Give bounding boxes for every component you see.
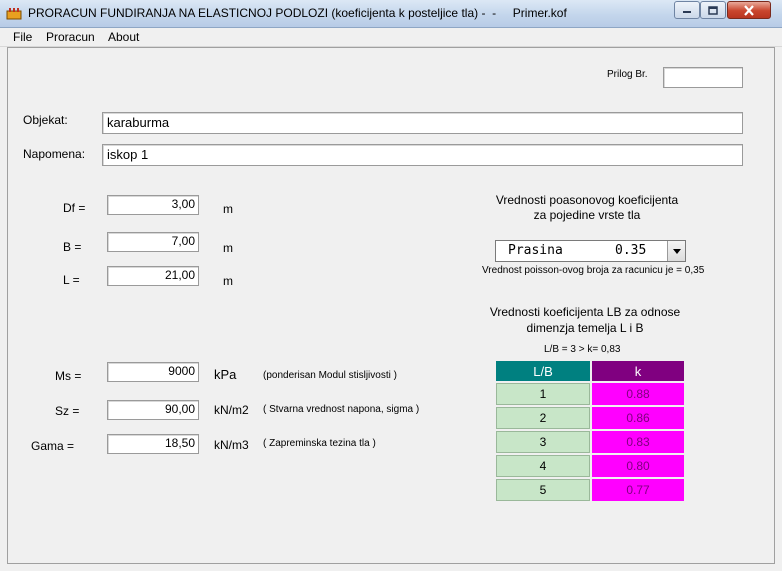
lb-cell[interactable]: 5 [496, 479, 590, 501]
minimize-button[interactable] [674, 1, 700, 19]
menu-proracun[interactable]: Proracun [46, 30, 95, 44]
minimize-icon [683, 11, 691, 13]
objekat-label: Objekat: [23, 113, 68, 127]
l-input[interactable]: 21,00 [107, 266, 199, 286]
df-unit: m [223, 202, 233, 216]
soil-type-name: Prasina [508, 243, 563, 258]
b-label: B = [63, 240, 82, 254]
lb-cell[interactable]: 1 [496, 383, 590, 405]
lb-cell[interactable]: 2 [496, 407, 590, 429]
gama-unit: kN/m3 [214, 438, 249, 452]
lb-result: L/B = 3 > k= 0,83 [544, 344, 621, 355]
lb-cell[interactable]: 3 [496, 431, 590, 453]
menu-file[interactable]: File [13, 30, 32, 44]
gama-input[interactable]: 18,50 [107, 434, 199, 454]
lb-heading-line1: Vrednosti koeficijenta LB za odnose [489, 305, 681, 319]
poisson-heading-line1: Vrednosti poasonovog koeficijenta [495, 193, 679, 207]
df-input[interactable]: 3,00 [107, 195, 199, 215]
close-button[interactable] [727, 1, 771, 19]
table-row[interactable]: 2 0.86 [496, 407, 684, 429]
table-row[interactable]: 3 0.83 [496, 431, 684, 453]
df-label: Df = [63, 201, 86, 215]
soil-dropdown-button[interactable] [667, 241, 685, 261]
sz-unit: kN/m2 [214, 403, 249, 417]
poisson-heading-line2: za pojedine vrste tla [533, 208, 641, 222]
k-cell[interactable]: 0.77 [592, 479, 684, 501]
soil-poisson-value: 0.35 [615, 243, 647, 258]
menu-about[interactable]: About [108, 30, 139, 44]
maximize-button[interactable] [700, 1, 726, 19]
k-cell[interactable]: 0.80 [592, 455, 684, 477]
l-unit: m [223, 274, 233, 288]
prilog-label: Prilog Br. [607, 69, 648, 80]
maximize-icon [708, 5, 718, 15]
lb-column-header: L/B [496, 361, 590, 381]
lb-heading-line2: dimenzja temelja L i B [526, 321, 644, 335]
k-cell[interactable]: 0.83 [592, 431, 684, 453]
sz-input[interactable]: 90,00 [107, 400, 199, 420]
close-icon [744, 4, 754, 16]
k-cell[interactable]: 0.86 [592, 407, 684, 429]
sz-note: ( Stvarna vrednost napona, sigma ) [263, 404, 420, 415]
chevron-down-icon [672, 248, 681, 254]
b-input[interactable]: 7,00 [107, 232, 199, 252]
window-title: PRORACUN FUNDIRANJA NA ELASTICNOJ PODLOZ… [28, 6, 567, 20]
table-row[interactable]: 4 0.80 [496, 455, 684, 477]
gama-label: Gama = [31, 439, 75, 453]
app-icon[interactable] [6, 7, 22, 20]
table-row[interactable]: 1 0.88 [496, 383, 684, 405]
k-column-header: k [592, 361, 684, 381]
gama-note: ( Zapreminska tezina tla ) [263, 438, 376, 449]
objekat-input[interactable]: karaburma [102, 112, 743, 134]
poisson-note: Vrednost poisson-ovog broja za racunicu … [482, 265, 705, 276]
ms-unit: kPa [214, 367, 237, 382]
ms-input[interactable]: 9000 [107, 362, 199, 382]
soil-type-select[interactable]: Prasina 0.35 [495, 240, 686, 262]
ms-label: Ms = [55, 369, 82, 383]
k-cell[interactable]: 0.88 [592, 383, 684, 405]
napomena-label: Napomena: [23, 147, 86, 161]
sz-label: Sz = [55, 404, 80, 418]
ms-note: (ponderisan Modul stisljivosti ) [263, 370, 397, 381]
table-row[interactable]: 5 0.77 [496, 479, 684, 501]
lb-cell[interactable]: 4 [496, 455, 590, 477]
napomena-input[interactable]: iskop 1 [102, 144, 743, 166]
b-unit: m [223, 241, 233, 255]
lb-table: L/B k 1 0.88 2 0.86 3 0.83 4 0.80 5 0.77 [494, 359, 686, 503]
prilog-input[interactable] [663, 67, 743, 88]
l-label: L = [63, 273, 80, 287]
